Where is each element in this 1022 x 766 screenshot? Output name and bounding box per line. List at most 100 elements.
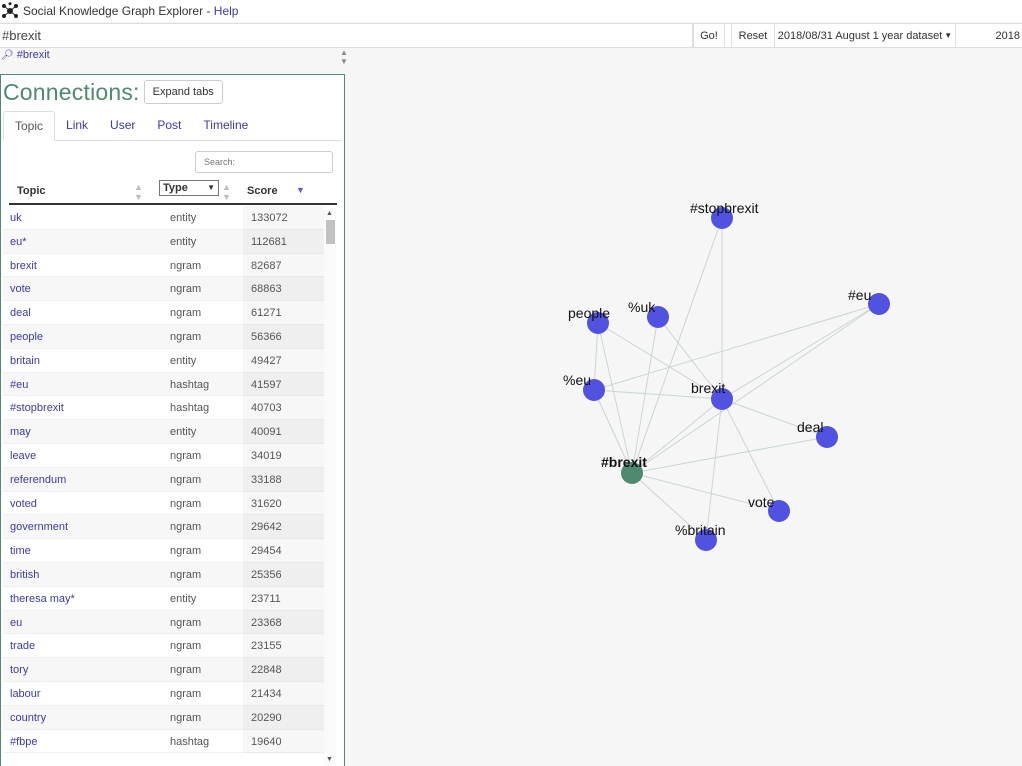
table-row[interactable]: theresa may* entity 23711	[3, 586, 324, 611]
column-header-topic[interactable]: Topic	[17, 185, 46, 197]
table-row[interactable]: deal ngram 61271	[3, 301, 324, 325]
topic-link[interactable]: #stopbrexit	[10, 402, 64, 414]
topic-type: ngram	[170, 568, 202, 581]
topic-type: ngram	[170, 521, 202, 534]
topic-link[interactable]: government	[10, 521, 68, 533]
table-row[interactable]: government ngram 29642	[3, 515, 324, 540]
table-row[interactable]: leave ngram 34019	[3, 443, 324, 468]
table-row[interactable]: british ngram 25356	[3, 562, 324, 587]
table-row[interactable]: referendum ngram 33188	[3, 467, 324, 492]
tab-timeline[interactable]: Timeline	[192, 111, 259, 140]
sort-icon[interactable]: ▲ ▼	[222, 182, 231, 202]
table-row[interactable]: #fbpe hashtag 19640	[3, 729, 324, 754]
go-button[interactable]: Go!	[693, 24, 725, 47]
topic-link[interactable]: tory	[10, 664, 28, 676]
topic-type: ngram	[170, 259, 202, 272]
topic-link[interactable]: eu*	[10, 236, 27, 248]
table-scrollbar[interactable]: ▲ ▼	[324, 210, 336, 766]
topic-link[interactable]: britain	[10, 355, 40, 367]
tab-bar: Topic Link User Post Timeline	[3, 111, 342, 141]
table-row[interactable]: people ngram 56366	[3, 324, 324, 349]
topic-link[interactable]: leave	[10, 450, 36, 462]
topic-score: 49427	[243, 349, 324, 373]
topic-score: 133072	[243, 206, 324, 230]
table-row[interactable]: vote ngram 68863	[3, 277, 324, 302]
app-title: Social Knowledge Graph Explorer	[23, 4, 204, 18]
topic-link[interactable]: brexit	[10, 260, 37, 272]
topic-link[interactable]: british	[10, 569, 39, 581]
type-filter-select[interactable]: Type ▼	[159, 180, 219, 196]
tab-post[interactable]: Post	[146, 111, 192, 140]
topic-score: 56366	[243, 325, 324, 349]
topic-link[interactable]: trade	[10, 640, 35, 652]
breadcrumb-text[interactable]: #brexit	[17, 49, 50, 61]
table-row[interactable]: trade ngram 23155	[3, 634, 324, 659]
table-row[interactable]: time ngram 29454	[3, 539, 324, 563]
topic-link[interactable]: theresa may*	[10, 593, 75, 605]
table-row[interactable]: tory ngram 22848	[3, 658, 324, 682]
scroll-down-icon[interactable]: ▼	[326, 756, 333, 763]
graph-node-label: vote	[748, 494, 775, 510]
table-row[interactable]: eu ngram 23368	[3, 610, 324, 635]
graph-edge	[721, 303, 880, 400]
app-header: Social Knowledge Graph Explorer - Help	[0, 0, 1022, 22]
table-row[interactable]: britain entity 49427	[3, 348, 324, 373]
scroll-up-icon[interactable]: ▲	[326, 210, 333, 217]
topic-type: ngram	[170, 711, 202, 724]
sort-icon[interactable]: ▲ ▼	[134, 182, 143, 202]
query-input[interactable]	[0, 24, 693, 47]
graph-canvas[interactable]: #stopbrexit #eu people %uk %eu brexit deal #bre…	[350, 62, 1022, 766]
table-row[interactable]: #eu hashtag 41597	[3, 372, 324, 397]
breadcrumb: 🔎︎ #brexit ▲ ▼	[0, 48, 350, 66]
table-row[interactable]: may entity 40091	[3, 420, 324, 444]
topic-score: 112681	[243, 230, 324, 254]
panel-title: Connections:	[3, 78, 140, 105]
topic-type: entity	[170, 354, 197, 367]
topic-link[interactable]: may	[10, 426, 31, 438]
table-search-input[interactable]	[195, 151, 333, 173]
resize-handle-icon[interactable]: ▲ ▼	[340, 48, 348, 66]
tab-topic[interactable]: Topic	[3, 111, 56, 141]
app-logo-icon	[2, 2, 18, 18]
topic-link[interactable]: people	[10, 331, 43, 343]
topic-link[interactable]: #eu	[10, 379, 28, 391]
table-row[interactable]: #stopbrexit hashtag 40703	[3, 396, 324, 421]
type-filter-label: Type	[163, 182, 188, 194]
topic-type: ngram	[170, 664, 202, 677]
topic-link[interactable]: uk	[10, 212, 22, 224]
topic-score: 33188	[243, 468, 324, 492]
table-row[interactable]: country ngram 20290	[3, 705, 324, 730]
help-link[interactable]: Help	[214, 4, 239, 18]
topic-link[interactable]: labour	[10, 688, 41, 700]
table-row[interactable]: brexit ngram 82687	[3, 253, 324, 278]
graph-node-label: %eu	[563, 372, 591, 388]
topic-link[interactable]: eu	[10, 617, 22, 629]
reset-button[interactable]: Reset	[731, 24, 775, 47]
topic-link[interactable]: time	[10, 545, 31, 557]
topic-link[interactable]: #fbpe	[10, 736, 38, 748]
scroll-thumb[interactable]	[326, 220, 335, 244]
dataset-select[interactable]: 2018/08/31 August 1 year dataset ▼	[775, 24, 956, 47]
topic-link[interactable]: referendum	[10, 474, 66, 486]
column-header-score[interactable]: Score	[247, 185, 278, 197]
table-row[interactable]: voted ngram 31620	[3, 491, 324, 516]
topic-type: ngram	[170, 473, 202, 486]
topic-link[interactable]: country	[10, 712, 46, 724]
topic-score: 19640	[243, 730, 324, 754]
graph-node-label: #brexit	[601, 454, 647, 470]
knowledge-graph[interactable]: #stopbrexit #eu people %uk %eu brexit deal #bre…	[350, 62, 1022, 766]
date-field[interactable]: 2018	[956, 24, 1022, 47]
tab-user[interactable]: User	[99, 111, 146, 140]
table-row[interactable]: uk entity 133072	[3, 206, 324, 230]
tab-link[interactable]: Link	[55, 111, 99, 140]
table-row[interactable]: eu* entity 112681	[3, 229, 324, 254]
topic-link[interactable]: deal	[10, 307, 31, 319]
topic-link[interactable]: vote	[10, 283, 31, 295]
topic-score: 29642	[243, 515, 324, 539]
topic-type: ngram	[170, 616, 202, 629]
expand-tabs-button[interactable]: Expand tabs	[143, 80, 223, 104]
topic-link[interactable]: voted	[10, 498, 37, 510]
sort-desc-icon[interactable]: ▼	[296, 185, 305, 195]
table-row[interactable]: labour ngram 21434	[3, 681, 324, 706]
title-separator: -	[203, 4, 214, 18]
